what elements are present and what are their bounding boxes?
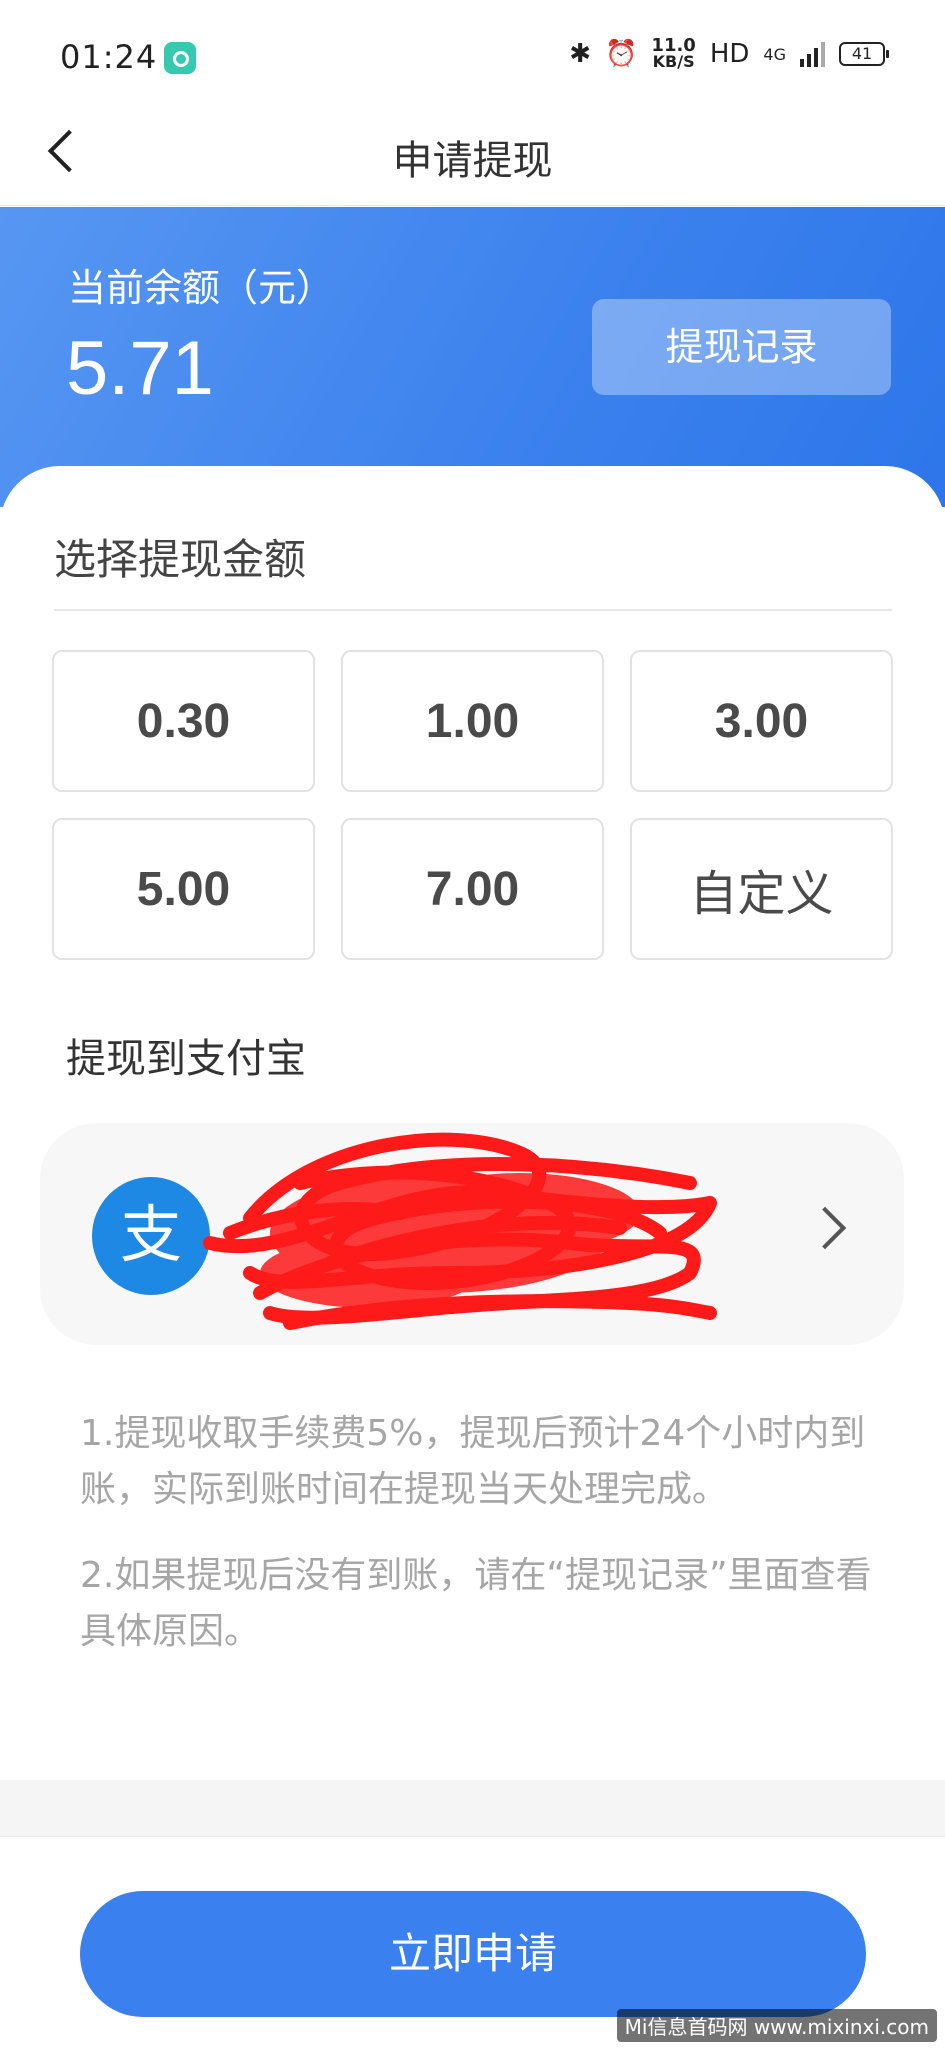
status-icons: ✱ ⏰ 11.0 KB/S HD 4G 41 xyxy=(569,35,889,71)
amount-option[interactable]: 7.00 xyxy=(341,818,604,960)
withdraw-notes: 1.提现收取手续费5%，提现后预计24个小时内到账，实际到账时间在提现当天处理完… xyxy=(80,1406,900,1690)
withdraw-card: 选择提现金额 0.30 1.00 3.00 5.00 7.00 自定义 提现到支… xyxy=(0,466,945,1786)
amount-option[interactable]: 0.30 xyxy=(52,650,315,792)
alipay-account-row[interactable]: 支 xyxy=(40,1123,904,1345)
hd-indicator: HD xyxy=(709,39,750,69)
status-bar: 01:24 ✱ ⏰ 11.0 KB/S HD 4G 41 xyxy=(0,0,945,116)
withdraw-record-button[interactable]: 提现记录 xyxy=(592,299,891,395)
card-footer-spacer xyxy=(0,1780,945,1836)
amount-section-title: 选择提现金额 xyxy=(54,535,307,584)
watermark: Mi信息首码网 www.mixinxi.com xyxy=(616,2009,937,2042)
nav-bar: 申请提现 xyxy=(0,100,945,206)
alarm-icon: ⏰ xyxy=(605,39,638,69)
apply-now-button[interactable]: 立即申请 xyxy=(80,1891,866,2017)
network-type: 4G xyxy=(763,44,786,64)
amount-options: 0.30 1.00 3.00 5.00 7.00 自定义 xyxy=(52,650,894,960)
bluetooth-icon: ✱ xyxy=(569,39,592,69)
balance-header: 当前余额（元） 5.71 提现记录 xyxy=(0,207,945,507)
note-item: 2.如果提现后没有到账，请在“提现记录”里面查看具体原因。 xyxy=(80,1555,872,1652)
status-time: 01:24 xyxy=(60,38,158,76)
note-item: 1.提现收取手续费5%，提现后预计24个小时内到账，实际到账时间在提现当天处理完… xyxy=(80,1413,866,1510)
amount-option[interactable]: 3.00 xyxy=(630,650,893,792)
balance-label: 当前余额（元） xyxy=(68,266,335,310)
page-title: 申请提现 xyxy=(392,138,553,184)
divider xyxy=(54,609,892,611)
amount-option[interactable]: 1.00 xyxy=(341,650,604,792)
network-speed: 11.0 KB/S xyxy=(651,35,696,71)
amount-option[interactable]: 5.00 xyxy=(52,818,315,960)
payment-method-title: 提现到支付宝 xyxy=(66,1036,306,1082)
battery-icon: 41 xyxy=(839,42,889,66)
redaction-scribble xyxy=(203,1132,717,1330)
app-notification-icon xyxy=(164,42,196,74)
balance-value: 5.71 xyxy=(66,326,214,411)
chevron-right-icon xyxy=(803,1206,847,1250)
custom-amount-option[interactable]: 自定义 xyxy=(630,818,893,960)
signal-icon xyxy=(800,41,825,67)
